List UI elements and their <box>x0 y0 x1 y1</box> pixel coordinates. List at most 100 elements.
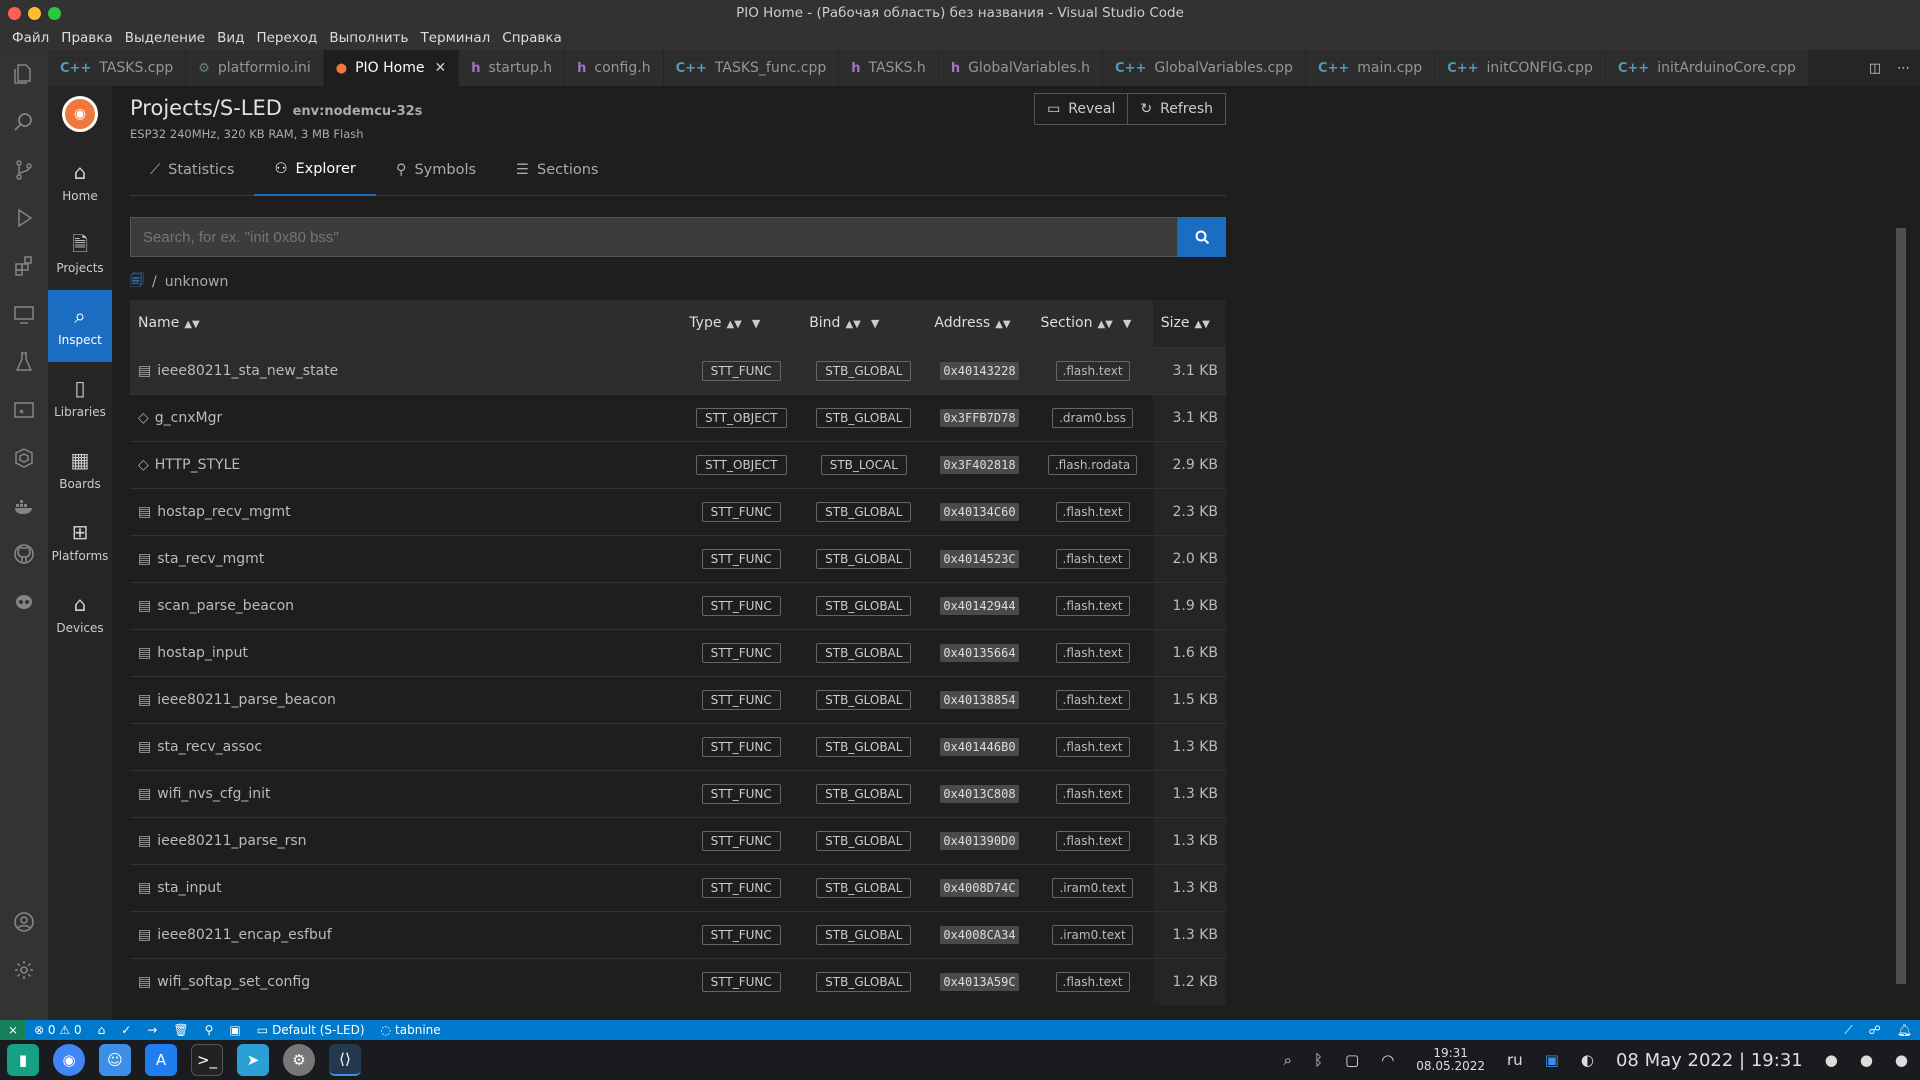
plug-icon[interactable]: ⚲ <box>197 1023 222 1037</box>
close-window-button[interactable] <box>8 7 21 20</box>
table-row[interactable]: ▤ ieee80211_encap_esfbuf STT_FUNC STB_GLOBA… <box>130 910 1226 958</box>
col-type[interactable]: Type ▲▼ ▼ <box>681 300 802 347</box>
keyboard-layout[interactable]: ru <box>1507 1051 1523 1069</box>
minimize-window-button[interactable] <box>28 7 41 20</box>
menu-selection[interactable]: Выделение <box>119 30 211 46</box>
finder-icon[interactable]: ☺ <box>99 1044 131 1076</box>
problems-indicator[interactable]: ⊗ 0 ⚠ 0 <box>26 1023 90 1037</box>
serial-monitor-icon[interactable] <box>0 386 48 434</box>
screenshot-icon[interactable]: ▣ <box>1545 1051 1559 1069</box>
search-button[interactable] <box>1178 217 1226 257</box>
pio-nav-boards[interactable]: ▦ Boards <box>48 434 112 506</box>
tab-tasks-cpp[interactable]: C++ TASKS.cpp <box>48 50 187 86</box>
pio-nav-projects[interactable]: 🗎 Projects <box>48 218 112 290</box>
more-actions-icon[interactable]: ⋯ <box>1897 61 1910 76</box>
chrome-icon[interactable]: ◉ <box>53 1044 85 1076</box>
env-selector[interactable]: ▭ Default (S-LED) <box>249 1023 373 1037</box>
feedback-icon[interactable]: ☍ <box>1861 1023 1889 1038</box>
close-icon[interactable]: ✕ <box>434 60 446 76</box>
telegram-icon[interactable]: ➤ <box>237 1044 269 1076</box>
split-editor-icon[interactable]: ◫ <box>1869 61 1881 76</box>
pio-nav-devices[interactable]: ⌂ Devices <box>48 578 112 650</box>
build-check-icon[interactable]: ✓ <box>113 1023 139 1037</box>
refresh-button[interactable]: ↻ Refresh <box>1128 93 1226 125</box>
col-size[interactable]: Size ▲▼ <box>1152 300 1226 347</box>
remote-indicator[interactable]: ⨯ <box>0 1020 27 1040</box>
account-icon[interactable] <box>0 898 48 946</box>
menu-help[interactable]: Справка <box>496 30 567 46</box>
clean-trash-icon[interactable]: 🗑 <box>165 1023 196 1037</box>
datetime[interactable]: 08 May 2022 | 19:31 <box>1616 1050 1803 1071</box>
extensions-icon[interactable] <box>0 242 48 290</box>
vscode-icon[interactable]: ⟨⟩ <box>329 1044 361 1076</box>
menu-go[interactable]: Переход <box>250 30 323 46</box>
remote-explorer-icon[interactable] <box>0 290 48 338</box>
table-row[interactable]: ◇ HTTP_STYLE STT_OBJECT STB_LOCAL 0x3F402818… <box>130 440 1226 488</box>
filter-icon[interactable]: ▼ <box>1123 317 1131 330</box>
search-input[interactable] <box>130 217 1178 257</box>
tab-tasks-h[interactable]: h TASKS.h <box>839 50 939 86</box>
tab-main-cpp[interactable]: C++ main.cpp <box>1305 50 1436 86</box>
tab-explorer[interactable]: ⚇ Explorer <box>254 144 376 196</box>
apple-icon[interactable]: ● <box>1825 1051 1838 1069</box>
tab-config-h[interactable]: h config.h <box>565 50 664 86</box>
col-address[interactable]: Address ▲▼ <box>926 300 1033 347</box>
tabnine-indicator[interactable]: ◌ tabnine <box>373 1023 449 1037</box>
menu-run[interactable]: Выполнить <box>323 30 414 46</box>
reveal-button[interactable]: ▭ Reveal <box>1034 93 1129 125</box>
filter-icon[interactable]: ▼ <box>752 317 760 330</box>
explorer-icon[interactable] <box>0 50 48 98</box>
maximize-window-button[interactable] <box>48 7 61 20</box>
tab-pio-home[interactable]: ● PIO Home ✕ <box>323 50 460 86</box>
tab-initconfig-cpp[interactable]: C++ initCONFIG.cpp <box>1435 50 1606 86</box>
table-row[interactable]: ▤ wifi_softap_set_config STT_FUNC STB_GLOBA… <box>130 957 1226 1005</box>
tab-sections[interactable]: ☰ Sections <box>496 144 618 196</box>
table-row[interactable]: ▤ ieee80211_sta_new_state STT_FUNC STB_GLOB… <box>130 346 1226 394</box>
cube-icon[interactable] <box>0 434 48 482</box>
tab-tasks-func-cpp[interactable]: C++ TASKS_func.cpp <box>663 50 840 86</box>
table-row[interactable]: ▤ scan_parse_beacon STT_FUNC STB_GLOBAL 0x40… <box>130 581 1226 629</box>
file-icon[interactable]: 🗐 <box>130 270 144 294</box>
search-icon[interactable]: ⌕ <box>1284 1051 1292 1069</box>
tab-globalvariables-h[interactable]: h GlobalVariables.h <box>938 50 1104 86</box>
pio-nav-libraries[interactable]: ▯ Libraries <box>48 362 112 434</box>
apple-icon[interactable]: ● <box>1895 1051 1908 1069</box>
bluetooth-icon[interactable]: ᛒ <box>1314 1051 1323 1069</box>
wifi-icon[interactable]: ◠ <box>1381 1051 1394 1069</box>
platformio-alien-icon[interactable] <box>0 578 48 626</box>
source-control-icon[interactable] <box>0 146 48 194</box>
notifications-bell-icon[interactable]: 🔔︎ <box>1889 1023 1920 1038</box>
table-row[interactable]: ▤ sta_input STT_FUNC STB_GLOBAL 0x4008D74C .i… <box>130 863 1226 911</box>
clock-small[interactable]: 19:31 08.05.2022 <box>1416 1047 1485 1073</box>
settings-gear-icon[interactable] <box>0 946 48 994</box>
table-row[interactable]: ▤ sta_recv_mgmt STT_FUNC STB_GLOBAL 0x401452… <box>130 534 1226 582</box>
table-row[interactable]: ▤ sta_recv_assoc STT_FUNC STB_GLOBAL 0x40144… <box>130 722 1226 770</box>
clipboard-icon[interactable]: ▢ <box>1345 1051 1359 1069</box>
table-row[interactable]: ◇ g_cnxMgr STT_OBJECT STB_GLOBAL 0x3FFB7D78.… <box>130 393 1226 441</box>
table-row[interactable]: ▤ ieee80211_parse_rsn STT_FUNC STB_GLOBAL 0x… <box>130 816 1226 864</box>
pio-nav-platforms[interactable]: ⊞ Platforms <box>48 506 112 578</box>
col-section[interactable]: Section ▲▼ ▼ <box>1032 300 1153 347</box>
run-debug-icon[interactable] <box>0 194 48 242</box>
terminal-icon[interactable]: ▣ <box>221 1023 248 1037</box>
pio-home-icon[interactable]: ⌂ <box>90 1023 114 1037</box>
table-row[interactable]: ▤ hostap_input STT_FUNC STB_GLOBAL 0x4013566… <box>130 628 1226 676</box>
menu-file[interactable]: Файл <box>6 30 55 46</box>
filter-icon[interactable]: ▼ <box>871 317 879 330</box>
dark-mode-icon[interactable]: ◐ <box>1581 1051 1594 1069</box>
system-settings-icon[interactable]: ⚙ <box>283 1044 315 1076</box>
upload-arrow-icon[interactable]: → <box>139 1023 165 1037</box>
table-row[interactable]: ▤ ieee80211_parse_beacon STT_FUNC STB_GLOBA… <box>130 675 1226 723</box>
table-row[interactable]: ▤ hostap_recv_mgmt STT_FUNC STB_GLOBAL 0x401… <box>130 487 1226 535</box>
table-row[interactable]: ▤ wifi_nvs_cfg_init STT_FUNC STB_GLOBAL 0x40… <box>130 769 1226 817</box>
menu-view[interactable]: Вид <box>211 30 250 46</box>
menu-edit[interactable]: Правка <box>55 30 118 46</box>
testing-icon[interactable] <box>0 338 48 386</box>
live-share-icon[interactable]: ⟋ <box>1836 1023 1860 1038</box>
tab-initarduinocore-cpp[interactable]: C++ initArduinoCore.cpp <box>1605 50 1809 86</box>
menu-terminal[interactable]: Терминал <box>414 30 496 46</box>
pio-nav-inspect[interactable]: ⌕ Inspect <box>48 290 112 362</box>
tab-statistics[interactable]: ⟋ Statistics <box>130 144 254 196</box>
pio-nav-home[interactable]: ⌂ Home <box>48 146 112 218</box>
scrollbar[interactable] <box>1894 172 1908 1020</box>
